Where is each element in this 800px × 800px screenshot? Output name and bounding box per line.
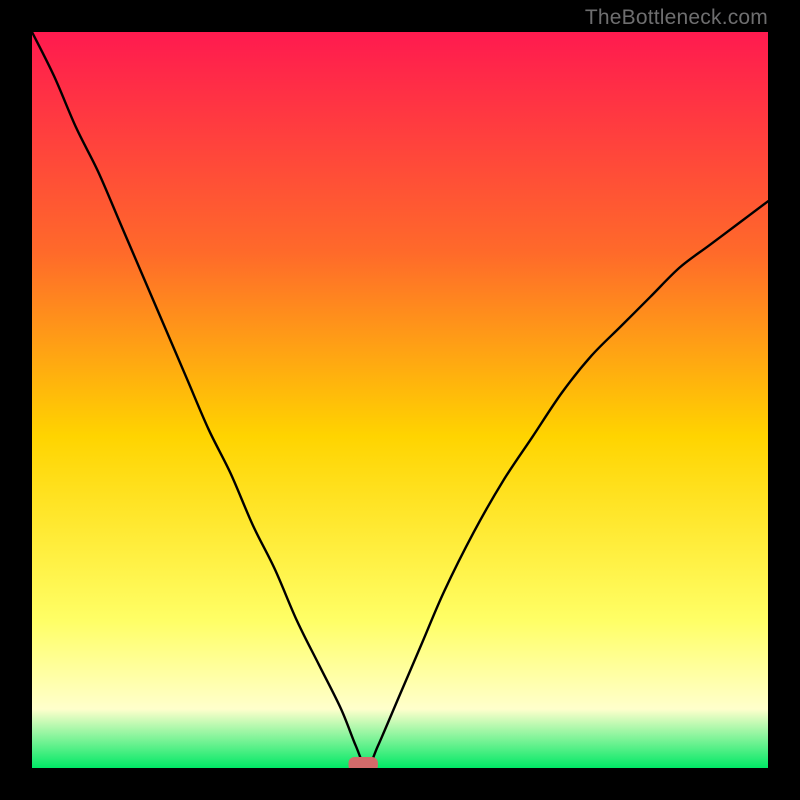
- attribution-label: TheBottleneck.com: [585, 6, 768, 30]
- chart-frame: TheBottleneck.com: [0, 0, 800, 800]
- minimum-marker: [348, 757, 377, 768]
- plot-area: [32, 32, 768, 768]
- bottleneck-chart: [32, 32, 768, 768]
- gradient-background: [32, 32, 768, 768]
